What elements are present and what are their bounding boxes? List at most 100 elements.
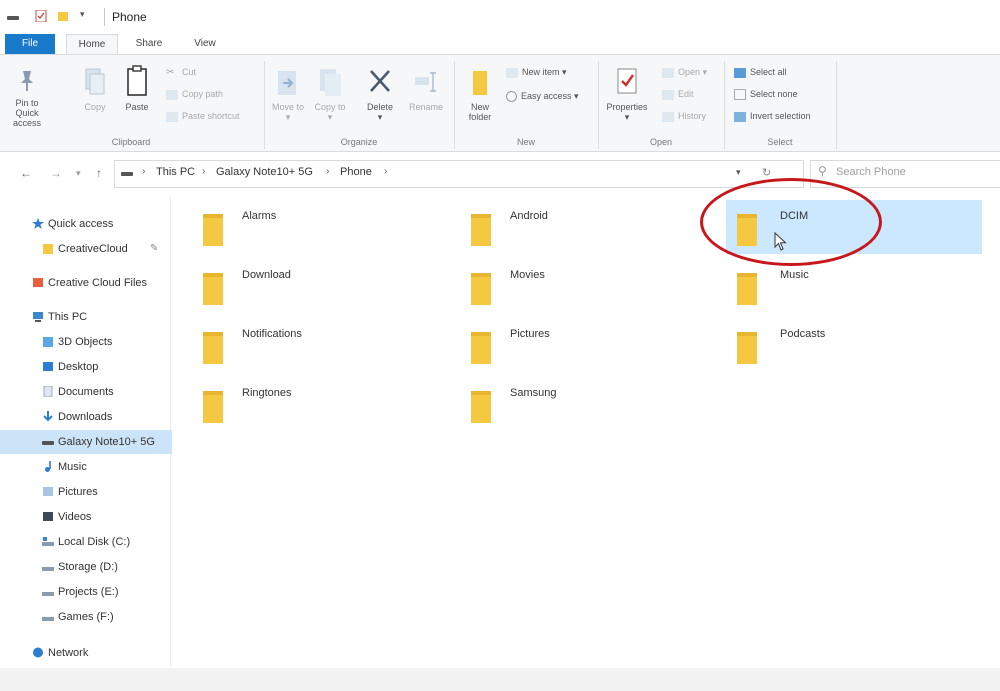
folder-item-movies[interactable]: Movies bbox=[460, 259, 700, 313]
rename-button[interactable]: Rename bbox=[404, 67, 448, 112]
pin-icon bbox=[21, 71, 33, 91]
sidebar-item-galaxy-note10[interactable]: Galaxy Note10+ 5G bbox=[0, 430, 172, 454]
pinned-icon: ✎ bbox=[150, 243, 159, 254]
select-group-label: Select bbox=[767, 137, 793, 147]
back-arrow-icon[interactable]: ← bbox=[20, 166, 32, 180]
folder-icon bbox=[737, 332, 757, 364]
paste-shortcut-button[interactable]: Paste shortcut bbox=[166, 111, 240, 122]
mouse-cursor-icon bbox=[774, 232, 787, 251]
folder-item-download[interactable]: Download bbox=[192, 259, 432, 313]
ribbon-separator bbox=[454, 61, 455, 149]
folder-item-alarms[interactable]: Alarms bbox=[192, 200, 432, 254]
folder-item-notifications[interactable]: Notifications bbox=[192, 318, 432, 372]
sidebar-item-local-disk-c[interactable]: Local Disk (C:) bbox=[0, 530, 172, 554]
copy-to-icon bbox=[320, 69, 341, 96]
breadcrumb-separator-icon[interactable]: › bbox=[326, 166, 329, 177]
folder-icon bbox=[203, 391, 223, 423]
properties-check-icon bbox=[617, 68, 637, 94]
breadcrumb-separator-icon[interactable]: › bbox=[142, 166, 145, 177]
breadcrumb-galaxy-note[interactable]: Galaxy Note10+ 5G bbox=[216, 166, 313, 178]
clipboard-group-label: Clipboard bbox=[111, 137, 151, 147]
easy-access-button[interactable]: Easy access ▾ bbox=[506, 91, 579, 103]
qat-dropdown-icon[interactable]: ▾ bbox=[80, 9, 85, 20]
navigation-pane: Quick access CreativeCloud ✎ Creative Cl… bbox=[0, 200, 172, 680]
breadcrumb-phone[interactable]: Phone bbox=[340, 166, 372, 178]
sidebar-item-creativecloud[interactable]: CreativeCloud ✎ bbox=[0, 237, 172, 261]
copy-icon bbox=[85, 68, 105, 95]
new-item-button[interactable]: New item ▾ bbox=[506, 67, 567, 78]
sidebar-item-documents[interactable]: Documents bbox=[0, 380, 172, 404]
copy-path-icon bbox=[166, 89, 178, 100]
sidebar-item-projects-e[interactable]: Projects (E:) bbox=[0, 580, 172, 604]
tab-file[interactable]: File bbox=[5, 34, 55, 54]
edit-icon bbox=[662, 89, 674, 100]
ribbon: Pin to Quick access Copy Paste ✂ Cut Copy… bbox=[0, 54, 1000, 152]
select-all-button[interactable]: Select all bbox=[734, 67, 787, 78]
folder-item-podcasts[interactable]: Podcasts bbox=[726, 318, 966, 372]
invert-selection-button[interactable]: Invert selection bbox=[734, 111, 811, 122]
pictures-icon bbox=[43, 487, 53, 496]
new-folder-button[interactable]: New folder bbox=[460, 67, 500, 122]
creative-cloud-icon bbox=[33, 278, 43, 287]
annotation-circle bbox=[700, 178, 882, 266]
properties-button[interactable]: Properties ▾ bbox=[602, 67, 652, 123]
folder-item-samsung[interactable]: Samsung bbox=[460, 377, 700, 431]
folder-icon bbox=[737, 273, 757, 305]
properties-icon[interactable] bbox=[34, 10, 48, 22]
up-arrow-icon[interactable]: ↑ bbox=[96, 166, 102, 180]
open-button[interactable]: Open ▾ bbox=[662, 67, 707, 78]
folder-icon bbox=[471, 214, 491, 246]
folder-item-android[interactable]: Android bbox=[460, 200, 700, 254]
forward-arrow-icon[interactable]: → bbox=[50, 166, 62, 180]
sidebar-item-games-f[interactable]: Games (F:) bbox=[0, 605, 172, 629]
folder-item-music[interactable]: Music bbox=[726, 259, 966, 313]
computer-icon bbox=[33, 312, 43, 322]
copy-to-button[interactable]: Copy to ▾ bbox=[312, 67, 348, 123]
breadcrumb-separator-icon[interactable]: › bbox=[384, 166, 387, 177]
phone-device-icon bbox=[121, 172, 133, 176]
sidebar-item-music[interactable]: Music bbox=[0, 455, 172, 479]
delete-button[interactable]: Delete ▾ bbox=[360, 67, 400, 123]
cut-button[interactable]: ✂ Cut bbox=[166, 67, 196, 78]
recent-locations-chevron-icon[interactable]: ▾ bbox=[76, 168, 81, 179]
copy-path-button[interactable]: Copy path bbox=[166, 89, 223, 100]
sidebar-item-pictures[interactable]: Pictures bbox=[0, 480, 172, 504]
folder-item-ringtones[interactable]: Ringtones bbox=[192, 377, 432, 431]
tab-home[interactable]: Home bbox=[66, 34, 118, 55]
search-icon: ⚲ bbox=[818, 164, 827, 178]
address-dropdown-icon[interactable]: ▾ bbox=[736, 167, 741, 178]
folder-icon bbox=[473, 71, 487, 95]
rename-icon bbox=[415, 72, 436, 92]
edit-button[interactable]: Edit bbox=[662, 89, 694, 100]
drive-icon bbox=[42, 617, 54, 621]
breadcrumb-separator-icon[interactable]: › bbox=[202, 166, 205, 177]
tab-view[interactable]: View bbox=[180, 34, 230, 54]
folder-item-pictures[interactable]: Pictures bbox=[460, 318, 700, 372]
breadcrumb-this-pc[interactable]: This PC bbox=[156, 166, 195, 178]
folder-icon bbox=[203, 273, 223, 305]
paste-shortcut-icon bbox=[166, 111, 178, 122]
sidebar-item-desktop[interactable]: Desktop bbox=[0, 355, 172, 379]
history-button[interactable]: History bbox=[662, 111, 706, 122]
folder-icon bbox=[43, 244, 53, 254]
phone-device-icon bbox=[7, 16, 19, 20]
network-icon bbox=[33, 647, 43, 658]
tab-share[interactable]: Share bbox=[124, 34, 174, 54]
copy-button[interactable]: Copy bbox=[78, 67, 112, 112]
sidebar-item-downloads[interactable]: Downloads bbox=[0, 405, 172, 429]
sidebar-item-this-pc[interactable]: This PC bbox=[0, 305, 172, 329]
select-none-button[interactable]: Select none bbox=[734, 89, 798, 101]
paste-button[interactable]: Paste bbox=[120, 65, 154, 112]
sidebar-item-3d-objects[interactable]: 3D Objects bbox=[0, 330, 172, 354]
invert-selection-icon bbox=[734, 111, 746, 122]
pin-to-quick-access-button[interactable]: Pin to Quick access bbox=[6, 67, 48, 128]
sidebar-item-videos[interactable]: Videos bbox=[0, 505, 172, 529]
refresh-icon[interactable]: ↻ bbox=[762, 166, 771, 179]
sidebar-item-network[interactable]: Network bbox=[0, 641, 172, 665]
sidebar-item-creative-cloud-files[interactable]: Creative Cloud Files bbox=[0, 271, 172, 295]
move-to-button[interactable]: Move to ▾ bbox=[270, 67, 306, 123]
sidebar-item-storage-d[interactable]: Storage (D:) bbox=[0, 555, 172, 579]
easy-access-icon bbox=[506, 91, 517, 103]
sidebar-item-quick-access[interactable]: Quick access bbox=[0, 212, 172, 236]
new-folder-icon[interactable] bbox=[56, 10, 70, 22]
